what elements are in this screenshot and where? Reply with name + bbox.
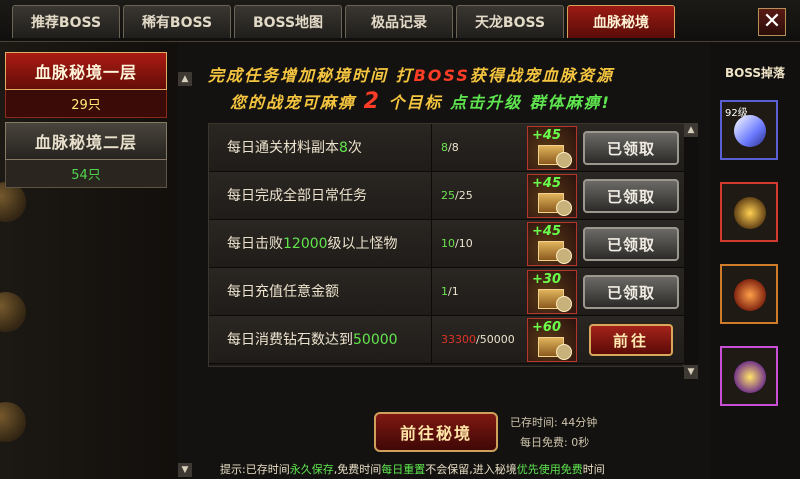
drops-title: BOSS掉落 [724,66,786,80]
ornament-icon [0,402,26,442]
task-label: 每日充值任意金额 [227,284,339,300]
tip-text: 提示:已存时间永久保存,免费时间每日重置不会保留,进入秘境优先使用免费时间 [220,463,605,476]
floor-list: 血脉秘境一层 29只 血脉秘境二层 54只 [0,42,178,479]
claimed-button[interactable]: 已领取 [583,275,679,309]
close-button[interactable]: ✕ [758,8,786,36]
task-scrollbar[interactable]: ▲ ▼ [684,123,698,379]
task-progress: 1/1 [441,285,459,298]
headline-text: 群体麻痹! [529,93,611,112]
drop-item[interactable] [720,182,778,242]
headline-text: 获得战宠血脉资源 [469,66,614,85]
ornament-icon [0,292,26,332]
task-label: 每日消费钻石数达到50000 [227,332,398,348]
claimed-button[interactable]: 已领取 [583,227,679,261]
task-row: 每日充值任意金额 1/1 +30 已领取 [209,268,685,316]
claimed-button[interactable]: 已领取 [583,179,679,213]
headline-line1: 完成任务增加秘境时间 打BOSS获得战宠血脉资源 [208,62,614,86]
headline-text: 您的战宠可麻痹 [230,93,357,112]
floor-count: 54只 [5,160,167,188]
reward-amount: +45 [532,176,561,191]
task-label: 每日通关材料副本8次 [227,140,362,156]
reward-chest: +60 [527,318,577,362]
boss-drops: BOSS掉落 92级 [710,42,800,479]
drop-item[interactable] [720,346,778,406]
clock-icon [556,248,572,264]
floor-title: 血脉秘境二层 [5,122,167,160]
orb-icon [734,361,766,393]
scroll-down-icon[interactable]: ▼ [178,463,192,477]
task-progress: 8/8 [441,141,459,154]
headline-text: 个目标 [388,93,443,112]
headline-number: 2 [363,89,381,114]
reward-amount: +45 [532,224,561,239]
task-progress: 10/10 [441,237,473,250]
stored-time: 已存时间: 44分钟 [510,416,598,429]
reward-amount: +30 [532,272,561,287]
task-row: 每日消费钻石数达到50000 33300/50000 +60 前往 [209,316,685,364]
tab-rare-boss[interactable]: 稀有BOSS [123,5,231,38]
scroll-up-icon[interactable]: ▲ [684,123,698,137]
task-progress: 33300/50000 [441,333,515,346]
clock-icon [556,152,572,168]
armor-icon [734,197,766,229]
tab-best-records[interactable]: 极品记录 [345,5,453,38]
task-label: 每日完成全部日常任务 [227,188,367,204]
headline-text: 完成任务增加秘境时间 打 [208,66,414,85]
task-row: 每日完成全部日常任务 25/25 +45 已领取 [209,172,685,220]
scroll-up-icon[interactable]: ▲ [178,72,192,86]
headline-line2: 您的战宠可麻痹 2 个目标 点击升级 群体麻痹! [230,89,611,114]
task-label: 每日击败12000级以上怪物 [227,236,398,252]
drop-item[interactable] [720,264,778,324]
realm-panel: ▲ ▼ 完成任务增加秘境时间 打BOSS获得战宠血脉资源 您的战宠可麻痹 2 个… [178,42,710,479]
clock-icon [556,200,572,216]
headline-boss: BOSS [413,66,470,85]
free-time: 每日免费: 0秒 [520,436,590,449]
floor-count: 29只 [5,90,167,118]
top-tab-bar: 推荐BOSS 稀有BOSS BOSS地图 极品记录 天龙BOSS 血脉秘境 ✕ [0,0,800,42]
task-list: 每日通关材料副本8次 8/8 +45 已领取 每日完成全部日常任务 25/25 … [208,123,685,367]
reward-chest: +30 [527,270,577,314]
reward-chest: +45 [527,174,577,218]
sword-icon [734,115,766,147]
outer-scrollbar[interactable]: ▲ ▼ [178,72,192,477]
reward-amount: +60 [532,320,561,335]
floor-title: 血脉秘境一层 [5,52,167,90]
drop-item[interactable]: 92级 [720,100,778,160]
reward-chest: +45 [527,222,577,266]
task-row: 每日击败12000级以上怪物 10/10 +45 已领取 [209,220,685,268]
tab-bloodline-realm[interactable]: 血脉秘境 [567,5,675,38]
go-realm-button[interactable]: 前往秘境 [374,412,498,452]
reward-amount: +45 [532,128,561,143]
tab-boss-map[interactable]: BOSS地图 [234,5,342,38]
task-progress: 25/25 [441,189,473,202]
reward-chest: +45 [527,126,577,170]
floor-item-2[interactable]: 血脉秘境二层 54只 [5,122,167,190]
gem-icon [734,279,766,311]
go-button[interactable]: 前往 [589,324,673,356]
clock-icon [556,296,572,312]
tab-recommend-boss[interactable]: 推荐BOSS [12,5,120,38]
floor-item-1[interactable]: 血脉秘境一层 29只 [5,52,167,120]
tab-tianlong-boss[interactable]: 天龙BOSS [456,5,564,38]
clock-icon [556,344,572,360]
task-row: 每日通关材料副本8次 8/8 +45 已领取 [209,124,685,172]
claimed-button[interactable]: 已领取 [583,131,679,165]
upgrade-link[interactable]: 点击升级 [450,93,522,112]
scroll-down-icon[interactable]: ▼ [684,365,698,379]
